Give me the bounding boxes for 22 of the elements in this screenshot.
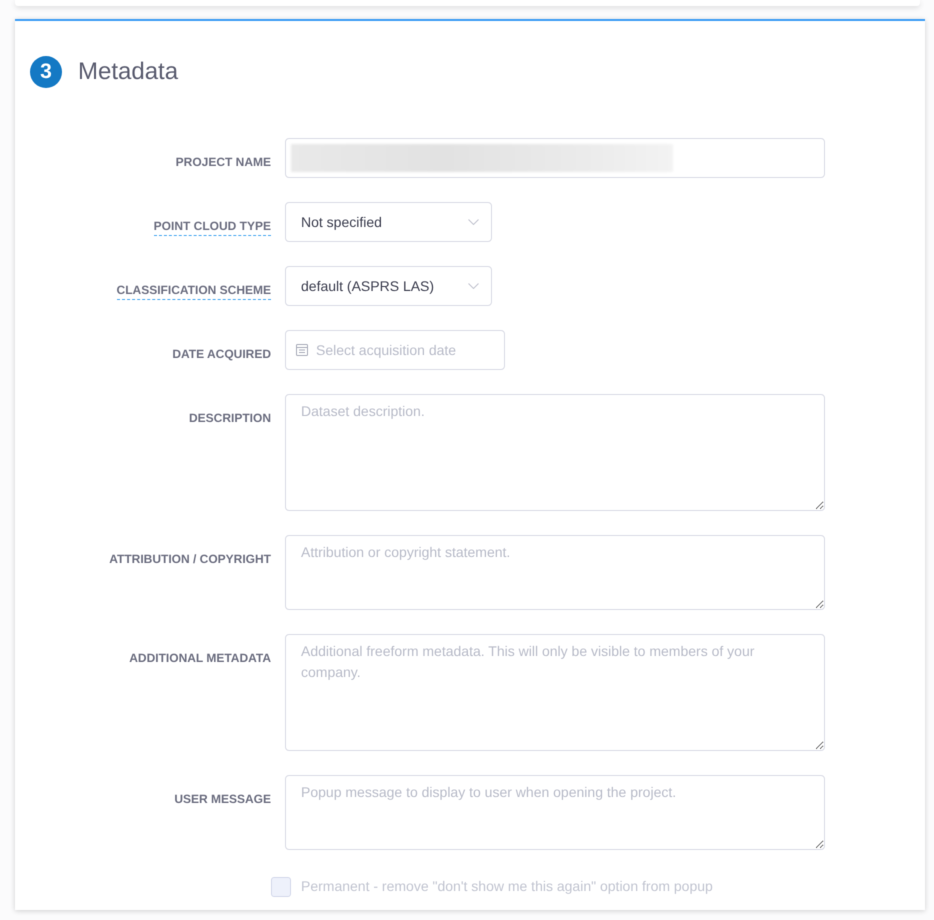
field-label: PROJECT NAME (176, 155, 271, 171)
section-title: Metadata (78, 56, 178, 86)
field-label: USER MESSAGE (174, 792, 271, 808)
text-area[interactable]: Attribution or copyright statement. (285, 535, 825, 610)
field-label: DATE ACQUIRED (172, 347, 271, 363)
text-area[interactable]: Additional freeform metadata. This will only be visible to members of your company. (285, 634, 825, 751)
date-field[interactable]: Select acquisition date (285, 330, 505, 370)
chevron-down-icon (468, 219, 479, 225)
checkbox-label: Permanent - remove "don't show me this again" option from popup (301, 877, 713, 896)
dropdown-select[interactable]: default (ASPRS LAS) (285, 266, 492, 306)
field-label: ADDITIONAL METADATA (129, 651, 271, 667)
chevron-down-icon (468, 283, 479, 289)
field-label: ATTRIBUTION / COPYRIGHT (109, 552, 271, 568)
dropdown-select[interactable]: Not specified (285, 202, 492, 242)
project-name-field[interactable] (285, 138, 825, 178)
field-label: DESCRIPTION (188, 411, 271, 427)
calendar-icon (296, 344, 308, 356)
section-number-badge: 3 (30, 56, 62, 88)
field-label: POINT CLOUD TYPE (154, 219, 271, 236)
field-label: CLASSIFICATION SCHEME (116, 283, 271, 300)
text-area[interactable]: Dataset description. (285, 394, 825, 511)
text-area[interactable]: Popup message to display to user when opening the project. (285, 775, 825, 850)
